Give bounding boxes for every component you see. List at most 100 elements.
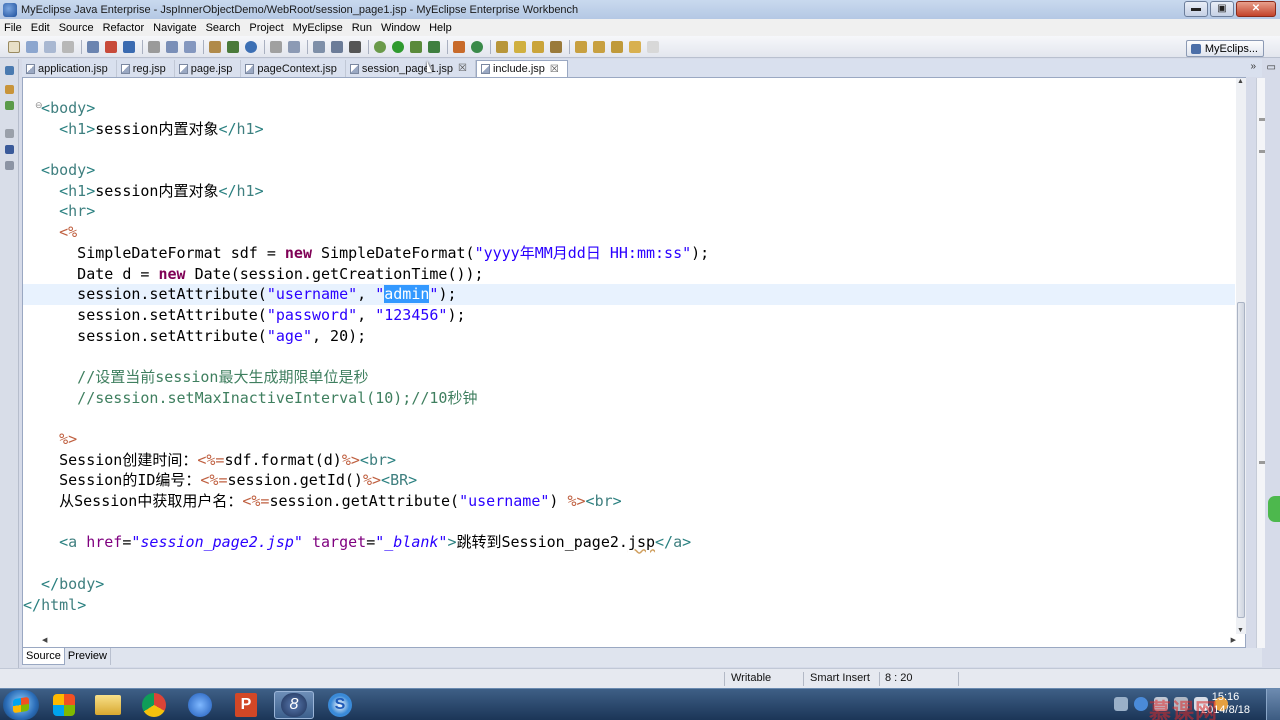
code-line[interactable]: <hr>	[23, 201, 1235, 222]
taskbar-app[interactable]: P	[226, 691, 266, 719]
terminal-icon[interactable]	[349, 40, 361, 53]
code-line[interactable]: //session.setMaxInactiveInterval(10);//1…	[23, 388, 1235, 409]
deploy-icon[interactable]	[105, 40, 117, 53]
new-java-project-icon[interactable]	[453, 40, 465, 53]
scroll-down-icon[interactable]: ▼	[1237, 627, 1244, 634]
console-icon[interactable]	[5, 129, 14, 138]
taskbar-app[interactable]	[88, 691, 128, 719]
tab-session-page1-jsp[interactable]: session_page1.jsp ☒	[346, 60, 476, 77]
db-icon[interactable]	[331, 40, 343, 53]
lock-icon[interactable]	[148, 40, 160, 53]
code-line[interactable]: 从Session中获取用户名：<%=session.getAttribute("…	[23, 491, 1235, 512]
close-button[interactable]: ✕	[1236, 1, 1276, 17]
overview-marker[interactable]	[1259, 150, 1265, 153]
scrollbar-thumb[interactable]	[1237, 302, 1245, 618]
menu-source[interactable]: Source	[59, 22, 94, 34]
code-line[interactable]: Session的ID编号：<%=session.getId()%><BR>	[23, 470, 1235, 491]
code-line[interactable]: Date d = new Date(session.getCreationTim…	[23, 264, 1235, 285]
open-resource-icon[interactable]	[288, 40, 300, 53]
editor-horizontal-scrollbar[interactable]: ◀ ▶	[42, 634, 1236, 647]
problems-icon[interactable]	[5, 161, 14, 170]
scroll-right-icon[interactable]: ▶	[1231, 636, 1236, 644]
open-perspective-icon[interactable]	[496, 40, 508, 53]
menu-window[interactable]: Window	[381, 22, 420, 34]
wizard-icon[interactable]	[166, 40, 178, 53]
code-line[interactable]: Session创建时间：<%=sdf.format(d)%><br>	[23, 450, 1235, 471]
code-editor[interactable]: ⊖ <body> <h1>session内置对象</h1> <body> <h1…	[22, 77, 1246, 648]
hierarchy-icon[interactable]	[5, 85, 14, 94]
taskbar-app[interactable]	[44, 691, 84, 719]
last-edit-icon[interactable]	[611, 40, 623, 53]
minimize-editor-icon[interactable]: ▭	[1267, 62, 1276, 73]
side-notification-badge[interactable]	[1268, 496, 1280, 522]
code-line[interactable]: session.setAttribute("password", "123456…	[23, 305, 1235, 326]
minimize-button[interactable]: ▬	[1184, 1, 1208, 17]
menu-file[interactable]: File	[4, 22, 22, 34]
code-line[interactable]: <h1>session内置对象</h1>	[23, 119, 1235, 140]
show-desktop-button[interactable]	[1266, 689, 1280, 720]
code-line[interactable]: SimpleDateFormat sdf = new SimpleDateFor…	[23, 243, 1235, 264]
tab-pagecontext-jsp[interactable]: pageContext.jsp	[241, 60, 346, 77]
code-line[interactable]	[23, 139, 1235, 160]
code-line[interactable]: </html>	[23, 595, 1235, 616]
web-wizard-icon[interactable]	[184, 40, 196, 53]
scroll-up-icon[interactable]: ▲	[1237, 78, 1244, 85]
overview-ruler[interactable]	[1256, 78, 1265, 648]
code-line[interactable]: <h1>session内置对象</h1>	[23, 181, 1235, 202]
save-all-icon[interactable]	[44, 40, 56, 53]
run-external-icon[interactable]	[410, 40, 422, 53]
code-line[interactable]: session.setAttribute("username", "admin"…	[23, 284, 1235, 305]
server-icon[interactable]	[123, 40, 135, 53]
close-tab-icon[interactable]: ☒	[550, 64, 559, 75]
menu-navigate[interactable]: Navigate	[153, 22, 196, 34]
web-browser-icon[interactable]	[313, 40, 325, 53]
run-icon[interactable]	[392, 40, 404, 53]
tab-page-jsp[interactable]: page.jsp	[175, 60, 242, 77]
code-line[interactable]: session.setAttribute("age", 20);	[23, 326, 1235, 347]
code-line[interactable]: //设置当前session最大生成期限单位是秒	[23, 367, 1235, 388]
menu-project[interactable]: Project	[249, 22, 283, 34]
overview-marker[interactable]	[1259, 118, 1265, 121]
code-line[interactable]	[23, 408, 1235, 429]
tab-reg-jsp[interactable]: reg.jsp	[117, 60, 175, 77]
forward-icon[interactable]	[647, 40, 659, 53]
code-line[interactable]: <%	[23, 222, 1235, 243]
edit-icon[interactable]	[514, 40, 526, 53]
start-button[interactable]	[3, 690, 39, 720]
menu-run[interactable]: Run	[352, 22, 372, 34]
keyboard-icon[interactable]	[1114, 697, 1128, 711]
menu-search[interactable]: Search	[206, 22, 241, 34]
code-line[interactable]: %>	[23, 429, 1235, 450]
tab-preview[interactable]: Preview	[65, 648, 111, 665]
code-line[interactable]	[23, 553, 1235, 574]
menu-myeclipse[interactable]: MyEclipse	[293, 22, 343, 34]
code-line[interactable]	[23, 346, 1235, 367]
task-icon[interactable]	[550, 40, 562, 53]
editor-vertical-scrollbar[interactable]: ▲ ▼	[1236, 78, 1246, 634]
search-icon[interactable]	[270, 40, 282, 53]
taskbar-app[interactable]: S	[320, 691, 360, 719]
close-tab-icon[interactable]: ☒	[458, 63, 467, 74]
overview-marker[interactable]	[1259, 461, 1265, 464]
taskbar-app[interactable]	[134, 691, 174, 719]
new-class-icon[interactable]	[471, 40, 483, 53]
maximize-button[interactable]: ▣	[1210, 1, 1234, 17]
menu-edit[interactable]: Edit	[31, 22, 50, 34]
back-icon[interactable]	[629, 40, 641, 53]
code-line[interactable]: <body>	[23, 98, 1235, 119]
globe-icon[interactable]	[245, 40, 257, 53]
next-annotation-icon[interactable]	[575, 40, 587, 53]
debug-icon[interactable]	[374, 40, 386, 53]
tab-application-jsp[interactable]: application.jsp	[22, 60, 117, 77]
package-explorer-icon[interactable]	[5, 66, 14, 75]
myeclipse-perspective-button[interactable]: MyEclips...	[1185, 40, 1264, 57]
open-type-icon[interactable]	[87, 40, 99, 53]
prev-annotation-icon[interactable]	[593, 40, 605, 53]
servers-icon[interactable]	[5, 145, 14, 154]
print-icon[interactable]	[62, 40, 74, 53]
code-area[interactable]: <body> <h1>session内置对象</h1> <body> <h1>s…	[23, 98, 1235, 615]
tab-overflow-icon[interactable]: »	[1250, 61, 1256, 72]
tab-include-jsp[interactable]: include.jsp ☒	[475, 60, 568, 77]
code-line[interactable]	[23, 512, 1235, 533]
code-line[interactable]: <body>	[23, 160, 1235, 181]
